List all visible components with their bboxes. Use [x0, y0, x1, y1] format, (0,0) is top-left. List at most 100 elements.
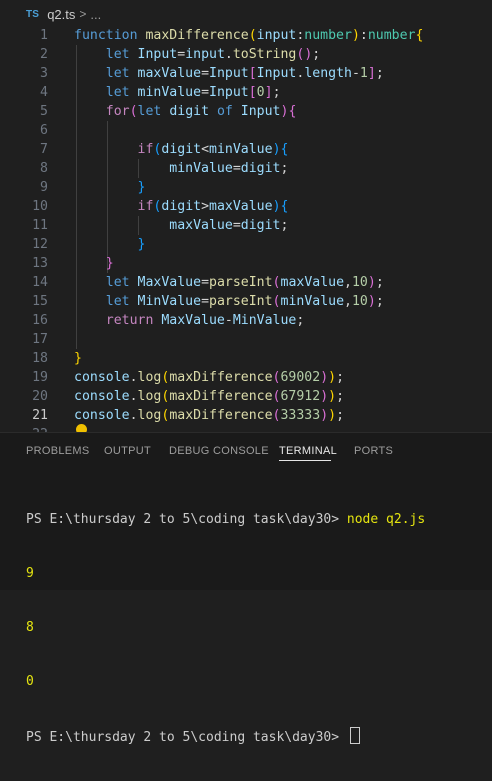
code-line[interactable]: 5 for(let digit of Input){	[0, 102, 492, 121]
code-token: number	[367, 28, 416, 43]
terminal-output[interactable]: PS E:\thursday 2 to 5\coding task\day30>…	[26, 475, 425, 781]
code-token: maxValue	[169, 218, 233, 233]
line-number: 1	[40, 28, 48, 43]
code-line[interactable]: 17	[0, 330, 492, 349]
code-token: toString	[232, 47, 297, 62]
code-token: console	[74, 408, 130, 423]
code-line[interactable]: 1 function maxDifference(input:number):nu…	[0, 26, 492, 45]
code-line[interactable]: 12 }	[0, 235, 492, 254]
code-token: ;	[336, 389, 345, 404]
tab-output[interactable]: OUTPUT	[104, 445, 151, 457]
code-token: Input	[209, 66, 249, 81]
breadcrumb-file[interactable]: q2.ts	[47, 7, 75, 22]
code-line[interactable]: 21 console.log(maxDifference(33333));	[0, 406, 492, 425]
code-line[interactable]: 6	[0, 121, 492, 140]
line-number: 15	[32, 294, 48, 309]
code-line[interactable]: 14 let MaxValue=parseInt(maxValue,10);	[0, 273, 492, 292]
code-token: MinValue	[232, 313, 297, 328]
line-number: 11	[32, 218, 48, 233]
code-token: )	[320, 370, 329, 385]
code-token: 1	[359, 66, 368, 81]
code-token: maxDifference	[169, 389, 273, 404]
code-token: (	[272, 275, 281, 290]
code-token: .	[129, 370, 138, 385]
code-line[interactable]: 22	[0, 425, 492, 432]
code-token: ]	[264, 85, 273, 100]
code-line[interactable]: 2 let Input=input.toString();	[0, 45, 492, 64]
code-token: )	[320, 408, 329, 423]
tab-problems[interactable]: PROBLEMS	[26, 445, 90, 457]
code-token: (	[272, 294, 281, 309]
code-line[interactable]: 7 if(digit<minValue){	[0, 140, 492, 159]
code-token: maxValue	[137, 66, 202, 81]
code-token: MaxValue	[137, 275, 202, 290]
breadcrumb-symbol[interactable]: ...	[90, 7, 101, 22]
code-token: 0	[256, 85, 265, 100]
code-text: console.log(maxDifference(33333));	[74, 406, 344, 425]
code-token: =	[177, 47, 186, 62]
line-number: 20	[32, 389, 48, 404]
code-line[interactable]: 20 console.log(maxDifference(67912));	[0, 387, 492, 406]
code-token: minValue	[209, 142, 273, 157]
code-line[interactable]: 4 let minValue=Input[0];	[0, 83, 492, 102]
line-number: 17	[32, 332, 48, 347]
code-line[interactable]: 13 }	[0, 254, 492, 273]
code-token: 67912	[280, 389, 321, 404]
code-text: function maxDifference(input:number):num…	[74, 26, 423, 45]
code-token: )	[367, 294, 376, 309]
line-number: 3	[40, 66, 48, 81]
terminal-prompt: PS E:\thursday 2 to 5\coding task\day30>	[26, 730, 347, 745]
code-line[interactable]: 15 let MinValue=parseInt(minValue,10);	[0, 292, 492, 311]
code-line[interactable]: 19 console.log(maxDifference(69002));	[0, 368, 492, 387]
code-token: {	[415, 28, 424, 43]
code-token: maxDifference	[145, 28, 249, 43]
code-token: for	[105, 104, 130, 119]
code-token: if	[137, 199, 154, 214]
code-token: input	[185, 47, 225, 62]
code-token: 10	[351, 294, 368, 309]
code-token: parseInt	[209, 275, 273, 290]
code-token: {	[280, 142, 289, 157]
code-text: maxValue=digit;	[74, 216, 288, 235]
code-token: .	[129, 408, 138, 423]
code-token: Input	[240, 104, 281, 119]
code-line[interactable]: 18}	[0, 349, 492, 368]
code-text: }	[74, 349, 82, 368]
code-text: console.log(maxDifference(67912));	[74, 387, 344, 406]
code-token: .	[129, 389, 138, 404]
terminal-prompt: PS E:\thursday 2 to 5\coding task\day30>	[26, 512, 347, 527]
code-text: if(digit>maxValue){	[74, 197, 289, 216]
code-token: let	[137, 104, 170, 119]
panel-tabs: PROBLEMS OUTPUT DEBUG CONSOLE TERMINAL P…	[0, 433, 492, 469]
code-token: let	[105, 294, 138, 309]
tab-terminal[interactable]: TERMINAL	[279, 445, 337, 457]
code-token: of	[216, 104, 241, 119]
code-token: ()	[296, 47, 313, 62]
code-token: MinValue	[137, 294, 202, 309]
code-token: digit	[169, 104, 217, 119]
tab-debug-console[interactable]: DEBUG CONSOLE	[169, 445, 269, 457]
code-token: )	[351, 28, 360, 43]
code-token: console	[74, 389, 130, 404]
code-editor[interactable]: 1 function maxDifference(input:number):nu…	[0, 26, 492, 432]
code-line[interactable]: 16 return MaxValue-MinValue;	[0, 311, 492, 330]
code-text: console.log(maxDifference(69002));	[74, 368, 344, 387]
tab-ports[interactable]: PORTS	[354, 445, 393, 457]
code-line[interactable]: 3 let maxValue=Input[Input.length-1];	[0, 64, 492, 83]
terminal-output-line: 0	[26, 674, 34, 689]
code-line[interactable]: 11 maxValue=digit;	[0, 216, 492, 235]
code-token: number	[304, 28, 352, 43]
code-token: ;	[296, 313, 305, 328]
code-line[interactable]: 9 }	[0, 178, 492, 197]
line-number: 13	[32, 256, 48, 271]
code-line[interactable]: 10 if(digit>maxValue){	[0, 197, 492, 216]
code-token: )	[367, 275, 376, 290]
code-text: }	[74, 254, 114, 273]
code-token: return	[105, 313, 162, 328]
code-line[interactable]: 8 minValue=digit;	[0, 159, 492, 178]
